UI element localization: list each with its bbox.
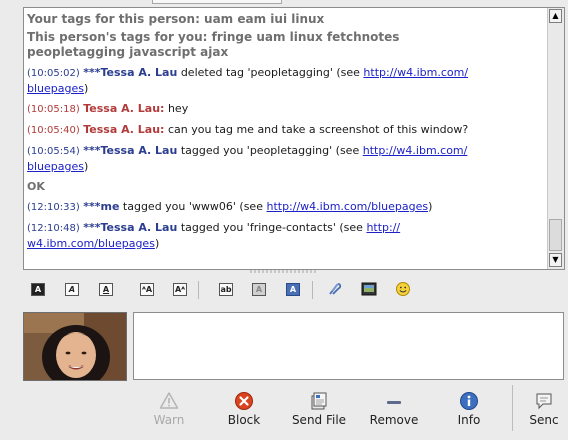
remove-label: Remove bbox=[369, 413, 419, 427]
timestamp: (10:05:18) bbox=[27, 104, 80, 115]
send-icon bbox=[536, 393, 552, 410]
warn-icon bbox=[159, 392, 179, 409]
message-row: (10:05:02) ***Tessa A. Lau deleted tag '… bbox=[27, 65, 545, 96]
timestamp: (10:05:02) bbox=[27, 68, 80, 79]
timestamp: (12:10:33) bbox=[27, 202, 80, 213]
message-link-cont[interactable]: bluepages bbox=[27, 82, 84, 95]
message-link[interactable]: http://w4.ibm.com/ bbox=[363, 66, 468, 79]
tab-edge bbox=[152, 0, 282, 4]
action-separator bbox=[512, 385, 513, 431]
message-link-cont[interactable]: bluepages bbox=[27, 160, 84, 173]
sender-name: Tessa A. Lau: bbox=[83, 123, 165, 136]
message-tail: ) bbox=[83, 160, 89, 173]
toolbar-separator bbox=[312, 281, 313, 299]
conversation-history[interactable]: Your tags for this person: uam eam iui l… bbox=[23, 7, 565, 270]
smiley-icon[interactable] bbox=[395, 281, 411, 297]
scrollbar-thumb[interactable] bbox=[549, 219, 562, 251]
timestamp: (12:10:48) bbox=[27, 223, 80, 234]
italic-icon[interactable]: A bbox=[65, 283, 79, 296]
message-text: deleted tag 'peopletagging' (see bbox=[177, 66, 364, 79]
info-button[interactable]: Info bbox=[432, 388, 506, 434]
foreground-color-icon[interactable]: A bbox=[252, 283, 266, 296]
background-color-icon[interactable]: A bbox=[286, 283, 300, 296]
history-scrollbar[interactable]: ▲ ▼ bbox=[547, 8, 564, 269]
their-tags-text-2: peopletagging javascript ajax bbox=[27, 45, 229, 59]
block-button[interactable]: Block bbox=[207, 388, 281, 434]
warn-button[interactable]: Warn bbox=[132, 388, 206, 434]
action-toolbar: Warn Block Send File Remove Info Senc bbox=[140, 388, 568, 438]
toolbar-separator bbox=[198, 281, 199, 299]
message-link[interactable]: http://w4.ibm.com/bluepages bbox=[266, 200, 428, 213]
warn-label: Warn bbox=[153, 413, 185, 427]
message-link[interactable]: http:// bbox=[366, 221, 400, 234]
message-text: can you tag me and take a screenshot of … bbox=[164, 123, 469, 136]
minus-icon bbox=[387, 401, 401, 404]
your-tags-line: Your tags for this person: uam eam iui l… bbox=[27, 12, 325, 26]
timestamp: (10:05:40) bbox=[27, 125, 80, 136]
send-file-button[interactable]: Send File bbox=[282, 388, 356, 434]
sender-name: ***Tessa A. Lau bbox=[83, 66, 178, 79]
sender-name: ***Tessa A. Lau bbox=[83, 144, 178, 157]
font-grow-icon[interactable]: ᴬA bbox=[140, 283, 154, 296]
message-row: (12:10:33) ***me tagged you 'www06' (see… bbox=[27, 199, 545, 215]
their-tags-line: This person's tags for you: fringe uam l… bbox=[27, 30, 545, 60]
sender-name: Tessa A. Lau: bbox=[83, 102, 165, 115]
sender-name: ***Tessa A. Lau bbox=[83, 221, 178, 234]
timestamp: (10:05:54) bbox=[27, 146, 80, 157]
message-tail: ) bbox=[428, 200, 433, 213]
message-row: (10:05:40) Tessa A. Lau: can you tag me … bbox=[27, 122, 545, 138]
scroll-up-arrow-icon[interactable]: ▲ bbox=[549, 9, 562, 23]
message-row: (12:10:48) ***Tessa A. Lau tagged you 'f… bbox=[27, 220, 545, 251]
message-row: (10:05:54) ***Tessa A. Lau tagged you 'p… bbox=[27, 143, 545, 174]
block-icon bbox=[235, 392, 253, 410]
scroll-down-arrow-icon[interactable]: ▼ bbox=[549, 253, 562, 267]
message-row: (10:05:18) Tessa A. Lau: hey bbox=[27, 101, 545, 117]
underline-icon[interactable]: A bbox=[99, 283, 113, 296]
message-link-cont[interactable]: w4.ibm.com/bluepages bbox=[27, 237, 155, 250]
send-file-label: Send File bbox=[291, 413, 347, 427]
message-text: tagged you 'www06' (see bbox=[119, 200, 267, 213]
message-tail: ) bbox=[83, 82, 89, 95]
send-file-icon bbox=[311, 392, 327, 410]
remove-button[interactable]: Remove bbox=[357, 388, 431, 434]
message-text: tagged you 'fringe-contacts' (see bbox=[177, 221, 367, 234]
window-top-strip bbox=[0, 0, 568, 7]
insert-link-icon[interactable] bbox=[327, 281, 343, 297]
send-button[interactable]: Senc bbox=[507, 388, 568, 434]
sender-name: ***me bbox=[83, 200, 120, 213]
bold-icon[interactable]: A bbox=[31, 283, 45, 296]
send-label: Senc bbox=[529, 413, 559, 427]
block-label: Block bbox=[227, 413, 261, 427]
buddy-photo bbox=[24, 313, 126, 380]
pane-resize-grip[interactable] bbox=[250, 270, 316, 273]
message-text: hey bbox=[164, 102, 189, 115]
message-row-local: OK bbox=[27, 180, 45, 193]
buddy-icon[interactable] bbox=[23, 312, 127, 381]
font-shrink-icon[interactable]: Aᴬ bbox=[173, 283, 187, 296]
info-label: Info bbox=[457, 413, 481, 427]
font-face-icon[interactable]: ab bbox=[219, 283, 233, 296]
info-icon bbox=[460, 392, 478, 410]
message-input[interactable] bbox=[133, 312, 564, 380]
message-link[interactable]: http://w4.ibm.com/ bbox=[363, 144, 468, 157]
message-tail: ) bbox=[154, 237, 160, 250]
message-text: tagged you 'peopletagging' (see bbox=[177, 144, 363, 157]
conversation-content: Your tags for this person: uam eam iui l… bbox=[27, 12, 545, 251]
insert-image-icon[interactable] bbox=[361, 281, 377, 297]
their-tags-text-1: This person's tags for you: fringe uam l… bbox=[27, 30, 400, 44]
